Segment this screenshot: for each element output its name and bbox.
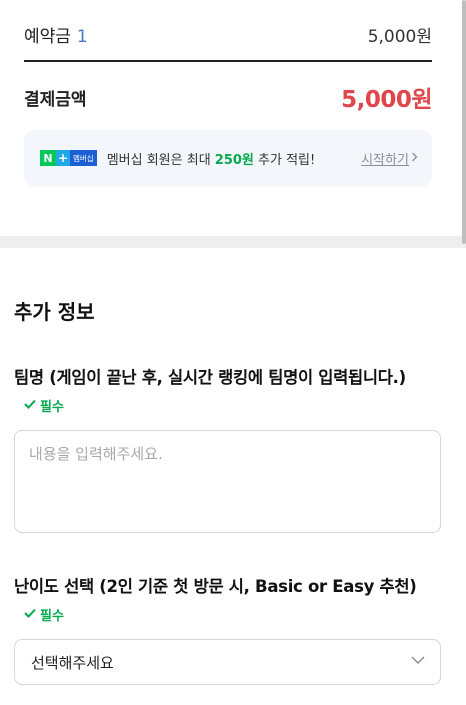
deposit-label-group: 예약금 1 xyxy=(24,22,88,47)
naver-n-logo: N xyxy=(40,150,56,166)
promo-points: 250원 xyxy=(214,152,254,168)
deposit-row: 예약금 1 5,000원 xyxy=(24,20,432,48)
start-membership-link-label: 시작하기 xyxy=(361,152,409,168)
deposit-count: 1 xyxy=(76,26,88,47)
deposit-amount: 5,000원 xyxy=(367,26,432,47)
team-name-required-badge: 필수 xyxy=(24,396,64,415)
total-label: 결제금액 xyxy=(24,89,87,110)
team-name-label: 팀명 (게임이 끝난 후, 실시간 랭킹에 팀명이 입력됩니다.) xyxy=(14,368,406,387)
section-separator xyxy=(0,236,466,248)
team-name-field[interactable] xyxy=(14,430,441,533)
total-row: 결제금액 5,000원 xyxy=(24,80,432,114)
additional-info-title: 추가 정보 xyxy=(14,300,95,324)
check-icon xyxy=(24,398,36,413)
total-amount: 5,000원 xyxy=(341,87,432,113)
difficulty-required-text: 필수 xyxy=(40,609,64,624)
chevron-right-icon xyxy=(411,151,418,165)
scrollbar-thumb[interactable] xyxy=(462,0,466,244)
difficulty-select[interactable]: 선택해주세요 xyxy=(14,639,441,685)
promo-text: 멤버십 회원은 최대 250원 추가 적립! xyxy=(107,149,361,168)
team-name-input[interactable] xyxy=(15,431,440,532)
start-membership-link[interactable]: 시작하기 xyxy=(361,149,418,168)
chevron-down-icon xyxy=(410,652,426,672)
naver-plus-membership-logo: N + 멤버십 xyxy=(40,150,97,166)
deposit-label: 예약금 xyxy=(24,26,71,47)
membership-logo-text: 멤버십 xyxy=(70,150,97,166)
difficulty-required-badge: 필수 xyxy=(24,605,64,624)
plus-logo: + xyxy=(56,150,70,166)
difficulty-label: 난이도 선택 (2인 기준 첫 방문 시, Basic or Easy 추천) xyxy=(14,577,417,596)
summary-divider xyxy=(24,60,432,62)
team-name-required-text: 필수 xyxy=(40,400,64,415)
check-icon xyxy=(24,607,36,622)
payment-summary: 예약금 1 5,000원 결제금액 5,000원 N + 멤버십 멤버십 회원은 … xyxy=(0,0,466,236)
promo-text-after: 추가 적립! xyxy=(253,152,316,168)
difficulty-selected-value: 선택해주세요 xyxy=(31,653,114,672)
membership-promo-banner: N + 멤버십 멤버십 회원은 최대 250원 추가 적립! 시작하기 xyxy=(24,130,432,186)
promo-text-before: 멤버십 회원은 최대 xyxy=(106,152,215,168)
